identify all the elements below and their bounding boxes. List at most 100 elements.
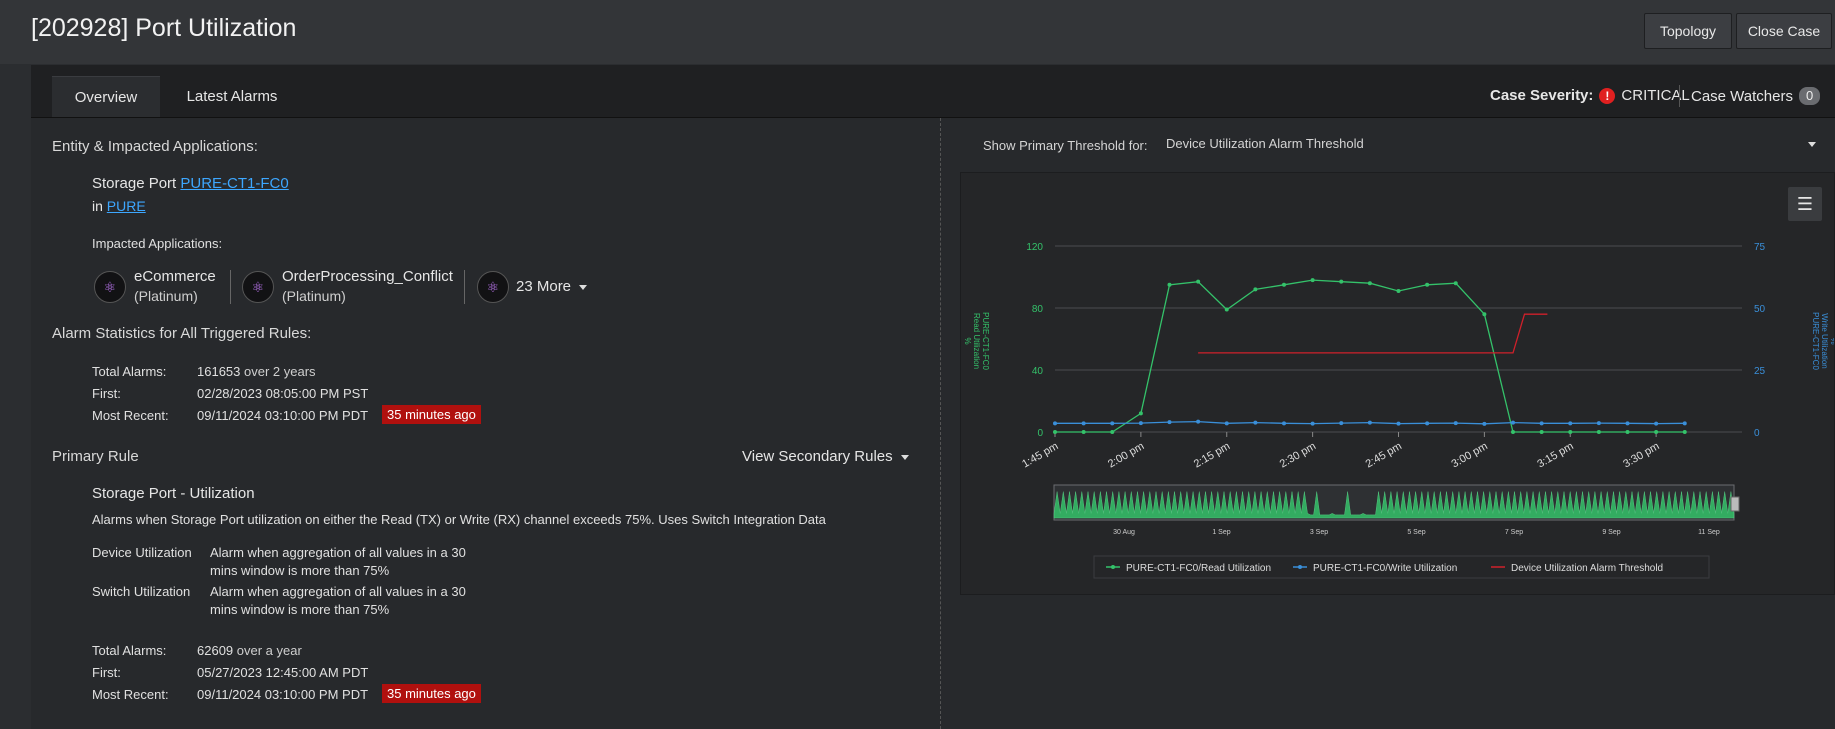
total-alarms-count: 161653 bbox=[197, 364, 241, 379]
utilization-chart: 040801200255075PURE-CT1-FC0Read Utilizat… bbox=[963, 242, 1834, 579]
read-series-point bbox=[1396, 288, 1401, 293]
application-cluster-icon: ⚛ bbox=[242, 271, 274, 303]
write-series-point bbox=[1453, 421, 1458, 426]
read-series-point bbox=[1253, 287, 1258, 292]
x-tick-label: 1:45 pm bbox=[1020, 440, 1060, 470]
left-axis-title-line: PURE-CT1-FC0 bbox=[981, 312, 990, 370]
write-series-point bbox=[1396, 421, 1401, 426]
caret-down-icon bbox=[1808, 142, 1816, 147]
left-tick-label: 80 bbox=[1032, 304, 1044, 315]
application-cluster-icon: ⚛ bbox=[94, 271, 126, 303]
rule-condition-label: Switch Utilization bbox=[92, 584, 191, 599]
rule-description: Alarms when Storage Port utilization on … bbox=[92, 512, 826, 527]
application-cluster-icon: ⚛ bbox=[477, 271, 509, 303]
right-axis-title-line: % bbox=[1829, 337, 1834, 344]
rule-recent-alarm-label: Most Recent: bbox=[92, 687, 169, 702]
read-series-point bbox=[1224, 307, 1229, 312]
right-tick-label: 75 bbox=[1754, 242, 1766, 253]
close-case-button[interactable]: Close Case bbox=[1736, 13, 1832, 49]
view-secondary-rules-label: View Secondary Rules bbox=[742, 448, 893, 465]
navigator-tick-label: 1 Sep bbox=[1212, 529, 1230, 536]
right-axis-title-line: Write Utilization bbox=[1820, 313, 1829, 368]
read-series-point bbox=[1053, 430, 1057, 434]
view-secondary-rules-button[interactable]: View Secondary Rules bbox=[742, 448, 909, 465]
right-tick-label: 0 bbox=[1754, 428, 1760, 439]
write-series-point bbox=[1282, 421, 1286, 426]
total-alarms-label: Total Alarms: bbox=[92, 364, 167, 379]
first-alarm-value: 02/28/2023 08:05:00 PM PST bbox=[197, 386, 369, 401]
caret-down-icon bbox=[900, 454, 909, 460]
rule-condition-text: Alarm when aggregation of all values in … bbox=[210, 584, 466, 599]
x-tick-label: 2:15 pm bbox=[1192, 440, 1232, 470]
read-series-point bbox=[1453, 281, 1458, 286]
left-axis-title: PURE-CT1-FC0Read Utilization% bbox=[963, 312, 990, 370]
rule-first-alarm-value: 05/27/2023 12:45:00 AM PDT bbox=[197, 665, 369, 680]
case-watchers-button[interactable]: Case Watchers 0 bbox=[1691, 87, 1821, 105]
threshold-label: Show Primary Threshold for: bbox=[983, 138, 1148, 153]
recent-alarm-value: 09/11/2024 03:10:00 PM PDT bbox=[197, 408, 369, 423]
rule-recent-alarm-value: 09/11/2024 03:10:00 PM PDT bbox=[197, 687, 369, 702]
read-series-point bbox=[1110, 430, 1115, 434]
navigator-handle bbox=[1730, 496, 1740, 512]
right-axis-title: PURE-CT1-FC0Write Utilization% bbox=[1811, 312, 1834, 370]
entity-in-label: in bbox=[92, 198, 103, 214]
app-tier: (Platinum) bbox=[134, 288, 198, 304]
page-title: [202928] Port Utilization bbox=[31, 14, 297, 42]
entity-section-title: Entity & Impacted Applications: bbox=[52, 138, 258, 155]
legend-marker bbox=[1111, 565, 1115, 569]
read-series-point bbox=[1081, 430, 1086, 434]
write-series-point bbox=[1367, 420, 1372, 425]
more-apps-label: 23 More bbox=[516, 278, 572, 295]
read-series-line bbox=[1055, 279, 1685, 433]
left-axis-title-line: Read Utilization bbox=[972, 313, 981, 369]
rule-condition-text: Alarm when aggregation of all values in … bbox=[210, 545, 466, 560]
x-tick-label: 2:45 pm bbox=[1364, 440, 1404, 470]
x-tick-label: 2:30 pm bbox=[1278, 440, 1318, 470]
rule-total-alarms-label: Total Alarms: bbox=[92, 643, 167, 658]
topology-button[interactable]: Topology bbox=[1644, 13, 1732, 49]
threshold-select[interactable]: Device Utilization Alarm Threshold bbox=[1166, 136, 1820, 158]
write-series-point bbox=[1511, 420, 1515, 425]
first-alarm-label: First: bbox=[92, 386, 121, 401]
write-series-point bbox=[1081, 421, 1086, 426]
read-series-point bbox=[1482, 312, 1487, 317]
write-series-point bbox=[1482, 421, 1487, 426]
case-watchers-label: Case Watchers bbox=[1691, 87, 1793, 105]
alert-circle-icon: ! bbox=[1599, 87, 1616, 104]
rule-total-alarms-period: over a year bbox=[236, 643, 302, 658]
case-severity: Case Severity: ! CRITICAL bbox=[1490, 87, 1690, 104]
read-series-point bbox=[1167, 282, 1172, 287]
write-series-point bbox=[1682, 421, 1687, 426]
entity-type: Storage Port bbox=[92, 175, 177, 192]
right-tick-label: 50 bbox=[1754, 304, 1766, 315]
app-name[interactable]: OrderProcessing_Conflict bbox=[282, 268, 453, 285]
threshold-series-line bbox=[1198, 313, 1548, 354]
primary-rule-title: Primary Rule bbox=[52, 448, 139, 465]
app-name[interactable]: eCommerce bbox=[134, 268, 216, 285]
tabs-bar: Overview Latest Alarms Case Severity: ! … bbox=[31, 65, 1835, 118]
recent-alarm-ago-badge: 35 minutes ago bbox=[382, 405, 481, 424]
read-series-point bbox=[1310, 278, 1315, 283]
app-separator bbox=[230, 270, 231, 304]
rule-condition-text: mins window is more than 75% bbox=[210, 563, 390, 578]
rule-total-alarms-value: 62609 over a year bbox=[197, 643, 302, 658]
impacted-apps-label: Impacted Applications: bbox=[92, 236, 223, 251]
tab-latest-alarms[interactable]: Latest Alarms bbox=[171, 76, 293, 117]
entity-link[interactable]: PURE-CT1-FC0 bbox=[180, 175, 288, 192]
read-series-point bbox=[1539, 430, 1544, 434]
hamburger-icon[interactable]: ☰ bbox=[1788, 187, 1822, 221]
write-series-point bbox=[1625, 421, 1630, 426]
x-tick-label: 3:30 pm bbox=[1621, 440, 1661, 470]
rule-condition-text: mins window is more than 75% bbox=[210, 602, 390, 617]
chart-container: 0 40 80 120 0 25 50 75 PURE-CT1-FC0Read Utilizat… bbox=[960, 172, 1835, 595]
read-series-point bbox=[1682, 430, 1687, 434]
entity-parent-link[interactable]: PURE bbox=[107, 198, 146, 214]
read-series-point bbox=[1625, 430, 1630, 434]
read-series-point bbox=[1196, 279, 1201, 284]
tab-overview[interactable]: Overview bbox=[52, 76, 160, 117]
app-separator bbox=[464, 270, 465, 304]
rule-recent-alarm-ago-badge: 35 minutes ago bbox=[382, 684, 481, 703]
left-tick-label: 0 bbox=[1037, 428, 1043, 439]
more-apps-dropdown[interactable]: 23 More bbox=[516, 278, 588, 295]
write-series-point bbox=[1196, 419, 1201, 424]
